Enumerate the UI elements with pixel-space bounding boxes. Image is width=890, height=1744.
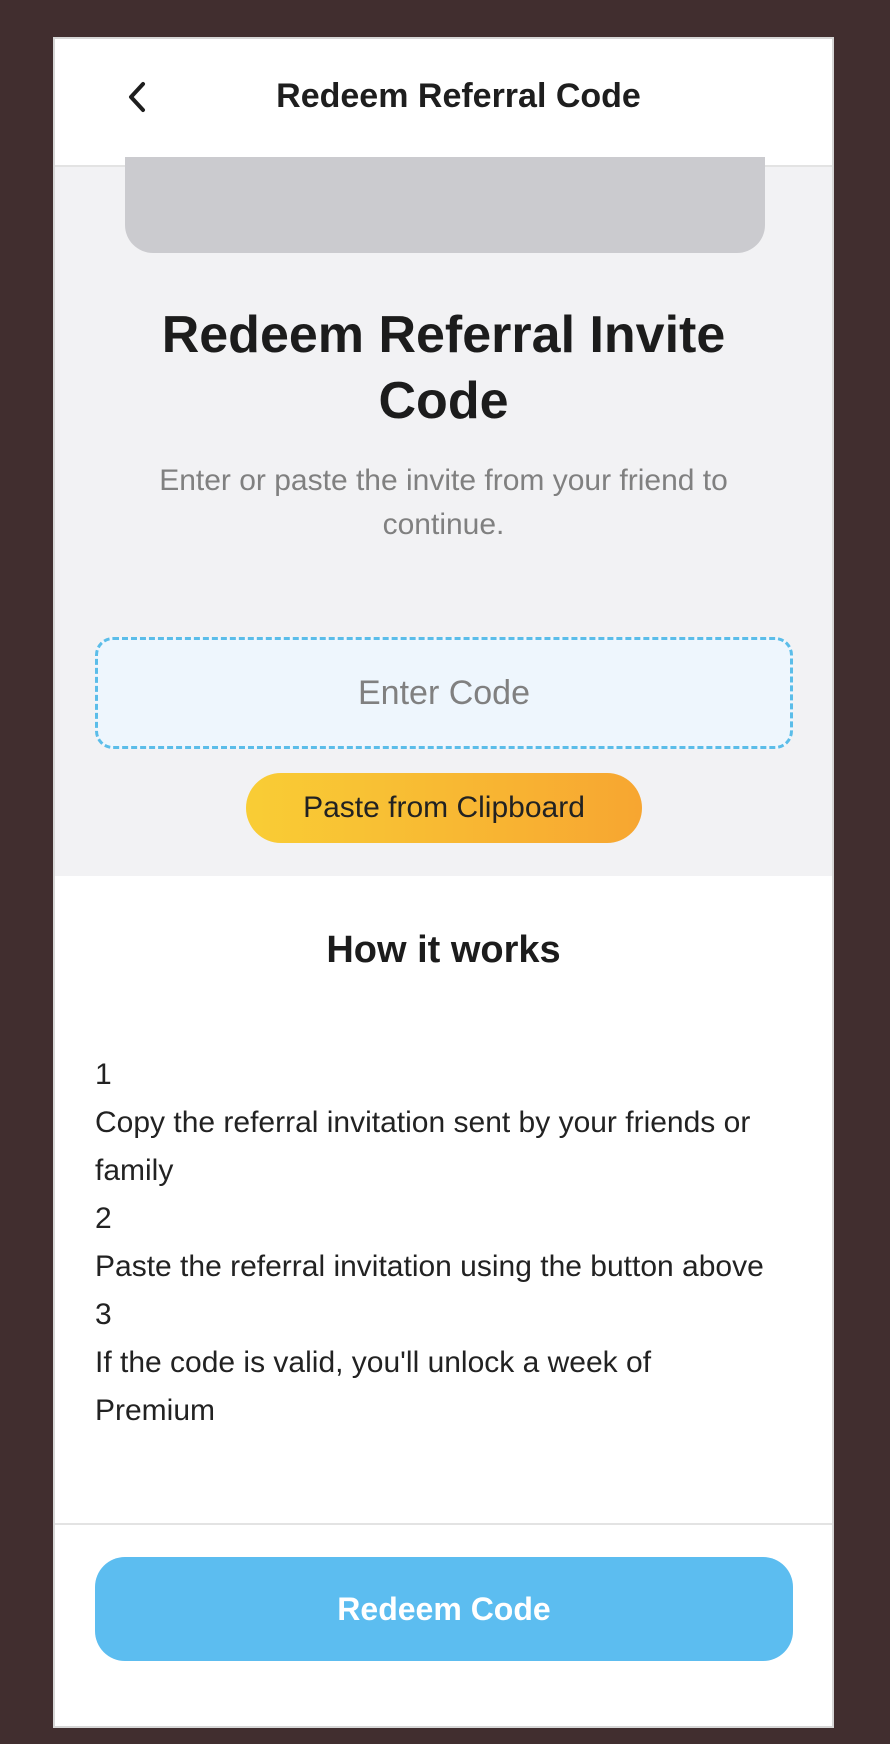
top-bar: Redeem Referral Code	[55, 39, 832, 167]
app-screen: Redeem Referral Code Redeem Referral Inv…	[53, 37, 834, 1728]
step-text: Copy the referral invitation sent by you…	[95, 1106, 751, 1187]
step-item: 3 If the code is valid, you'll unlock a …	[95, 1291, 772, 1435]
step-text: If the code is valid, you'll unlock a we…	[95, 1346, 652, 1427]
step-number: 3	[95, 1298, 112, 1331]
step-number: 1	[95, 1058, 112, 1091]
paste-from-clipboard-button[interactable]: Paste from Clipboard	[246, 773, 642, 843]
step-item: 2 Paste the referral invitation using th…	[95, 1195, 772, 1291]
steps-list: 1 Copy the referral invitation sent by y…	[95, 1051, 772, 1435]
hero-subtitle: Enter or paste the invite from your frie…	[159, 464, 728, 541]
footer-bar: Redeem Code	[55, 1523, 832, 1726]
how-it-works-title: How it works	[326, 929, 561, 971]
hero-section: Redeem Referral Invite Code Enter or pas…	[55, 157, 832, 876]
step-number: 2	[95, 1202, 112, 1235]
hero-title: Redeem Referral Invite Code	[161, 306, 726, 430]
hero-image	[125, 157, 765, 253]
redeem-code-button[interactable]: Redeem Code	[95, 1557, 793, 1661]
step-item: 1 Copy the referral invitation sent by y…	[95, 1051, 772, 1195]
code-input[interactable]	[95, 637, 793, 749]
page-title: Redeem Referral Code	[276, 77, 641, 115]
step-text: Paste the referral invitation using the …	[95, 1250, 764, 1283]
